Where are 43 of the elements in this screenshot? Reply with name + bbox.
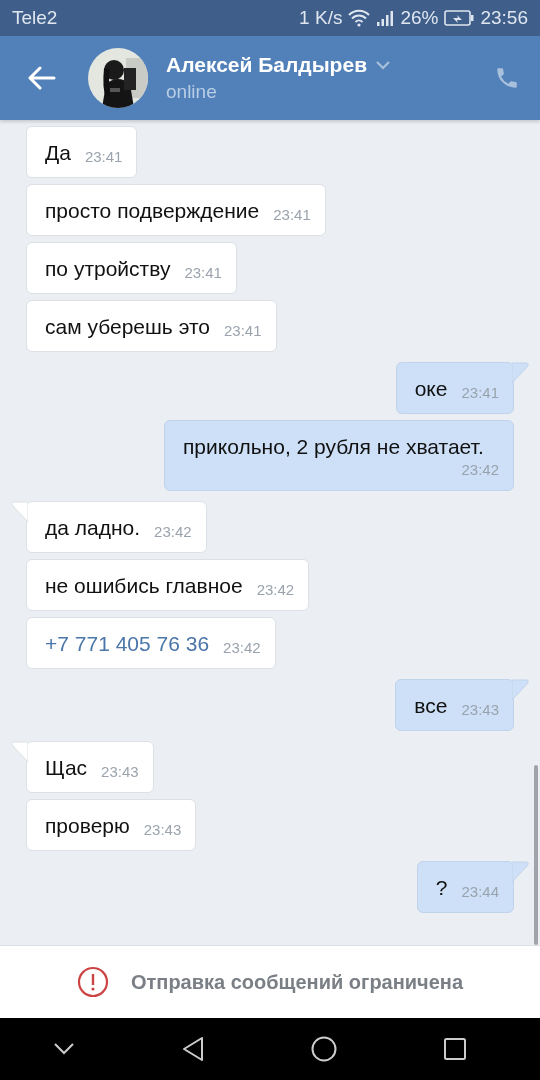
message-text: не ошибись главное [45, 573, 243, 599]
message-text: да ладно. [45, 515, 141, 541]
recent-apps-icon[interactable] [443, 1037, 467, 1061]
message-time: 23:42 [153, 522, 192, 541]
message-time: 23:41 [183, 263, 222, 282]
message-time: 23:42 [222, 638, 261, 657]
message-text: Да [45, 140, 71, 166]
battery-charging-icon [444, 10, 475, 26]
scrollbar[interactable] [534, 765, 538, 945]
battery-percent: 26% [400, 7, 439, 29]
signal-icon [376, 9, 395, 27]
wifi-icon [348, 9, 371, 27]
warning-icon [76, 966, 109, 998]
message-time: 23:41 [222, 321, 262, 340]
message-time: 23:41 [272, 205, 311, 224]
message-text: проверю [45, 813, 130, 839]
restriction-notice: Отправка сообщений ограничена [130, 970, 464, 994]
message-text: Щас [45, 755, 88, 781]
message-time: 23:41 [83, 147, 123, 166]
online-status: online [166, 81, 218, 103]
network-speed: 1 K/s [299, 7, 343, 29]
back-icon[interactable] [181, 1036, 205, 1062]
message-time: 23:41 [460, 383, 499, 402]
message-text: просто подверждение [45, 198, 260, 224]
clock-time: 23:56 [480, 7, 528, 29]
message-text: по утройству [45, 256, 171, 282]
message-time: 23:43 [100, 762, 139, 781]
message-time: 23:42 [255, 580, 295, 599]
home-icon[interactable] [311, 1036, 337, 1062]
message-time: 23:42 [460, 460, 499, 479]
message-text: сам уберешь это [45, 314, 210, 340]
message-time: 23:43 [460, 700, 499, 719]
back-arrow-icon[interactable] [28, 66, 56, 90]
message-text: оке [414, 376, 448, 402]
message-text: ? [435, 875, 448, 901]
message-text: прикольно, 2 рубля не хватает. [183, 434, 484, 460]
phone-link[interactable]: +7 771 405 76 36 [45, 630, 210, 657]
chevron-down-icon[interactable] [53, 1042, 75, 1056]
message-time: 23:44 [460, 882, 499, 901]
contact-name[interactable]: Алексей Балдырев [166, 53, 368, 77]
carrier-name: Tele2 [12, 7, 58, 29]
message-text: все [414, 693, 448, 719]
message-time: 23:43 [142, 820, 182, 839]
